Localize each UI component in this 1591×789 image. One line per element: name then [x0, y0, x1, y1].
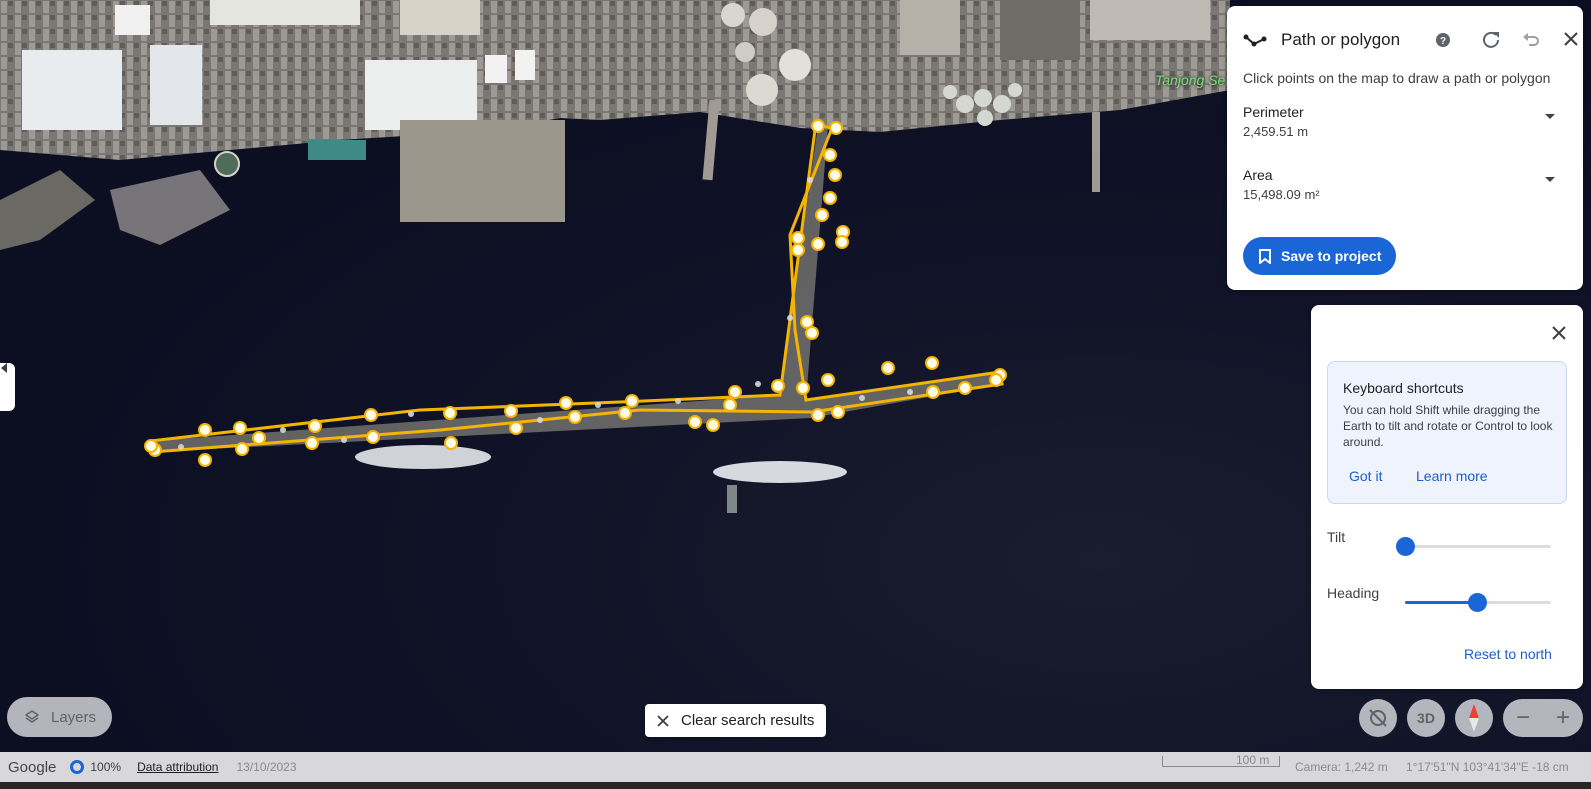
area-value: 15,498.09 m²	[1243, 187, 1320, 202]
draw-hint: Click points on the map to draw a path o…	[1243, 70, 1551, 86]
save-to-project-label: Save to project	[1281, 248, 1382, 264]
close-icon	[1552, 326, 1566, 340]
clear-search-results-button[interactable]: Clear search results	[645, 704, 826, 737]
status-bar: Google 100% Data attribution 13/10/2023 …	[0, 752, 1591, 782]
measure-panel: Path or polygon ? Click points on the ma…	[1227, 6, 1583, 290]
got-it-button[interactable]: Got it	[1349, 468, 1382, 484]
zoom-out-button[interactable]: −	[1503, 699, 1543, 737]
undo-icon	[1523, 33, 1539, 46]
imagery-date: 13/10/2023	[236, 760, 297, 774]
loading-percent: 100%	[90, 760, 122, 774]
chevron-down-icon[interactable]	[1545, 177, 1555, 182]
scale-label: 100 m	[1236, 753, 1270, 767]
toggle-3d-button[interactable]: 3D	[1407, 699, 1445, 737]
shortcuts-title: Keyboard shortcuts	[1343, 380, 1464, 396]
chevron-down-icon[interactable]	[1545, 114, 1555, 119]
redo-icon	[1483, 31, 1499, 48]
svg-text:?: ?	[1440, 36, 1446, 47]
zoom-controls: − +	[1503, 699, 1583, 737]
google-logo: Google	[8, 758, 57, 776]
shortcuts-body: You can hold Shift while dragging the Ea…	[1343, 403, 1553, 449]
help-icon: ?	[1436, 33, 1450, 47]
heading-label: Heading	[1327, 585, 1380, 601]
help-button[interactable]: ?	[1431, 28, 1455, 52]
redo-button[interactable]	[1479, 27, 1503, 51]
tilt-slider[interactable]	[1396, 537, 1551, 556]
layers-button[interactable]: Layers	[7, 697, 112, 737]
compass-button[interactable]	[1455, 699, 1493, 737]
expand-sidebar-button[interactable]	[0, 363, 15, 411]
clear-search-results-label: Clear search results	[681, 712, 815, 729]
perimeter-value: 2,459.51 m	[1243, 124, 1309, 139]
close-panel-button[interactable]	[1559, 27, 1583, 51]
save-to-project-button[interactable]: Save to project	[1243, 237, 1396, 275]
tilt-label: Tilt	[1327, 529, 1346, 545]
toggle-tilt-button[interactable]	[1359, 699, 1397, 737]
reset-to-north-link[interactable]: Reset to north	[1464, 646, 1552, 662]
cursor-coordinates: 1°17'51"N 103°41'34"E -18 cm	[1406, 760, 1569, 774]
compass-icon	[1469, 704, 1479, 732]
area-label: Area	[1243, 167, 1273, 183]
tilt-slider-thumb[interactable]	[1396, 537, 1415, 556]
place-label: Tanjong Se	[1155, 72, 1226, 88]
chevron-left-icon	[1, 363, 7, 373]
heading-slider-thumb[interactable]	[1467, 593, 1487, 612]
path-icon	[1243, 34, 1267, 47]
layers-label: Layers	[51, 708, 97, 726]
keyboard-shortcuts-card: Keyboard shortcuts You can hold Shift wh…	[1327, 361, 1567, 504]
close-icon	[657, 714, 669, 727]
navigation-panel: Keyboard shortcuts You can hold Shift wh…	[1311, 305, 1583, 689]
close-icon	[1564, 32, 1578, 46]
perimeter-row[interactable]: Perimeter 2,459.51 m	[1243, 104, 1563, 139]
window-bottom-edge	[0, 782, 1591, 789]
undo-button[interactable]	[1519, 27, 1543, 51]
heading-slider[interactable]	[1405, 593, 1551, 612]
panel-title: Path or polygon	[1281, 30, 1401, 49]
camera-altitude: Camera: 1,242 m	[1295, 760, 1388, 774]
perimeter-label: Perimeter	[1243, 104, 1304, 120]
layers-icon	[25, 710, 39, 723]
close-nav-panel-button[interactable]	[1547, 321, 1571, 345]
zoom-in-button[interactable]: +	[1543, 699, 1583, 737]
heading-slider-fill	[1405, 601, 1477, 604]
tilt-off-icon	[1369, 709, 1387, 727]
bookmark-icon	[1259, 248, 1271, 264]
data-attribution-link[interactable]: Data attribution	[137, 760, 218, 774]
loading-ring-icon	[70, 760, 85, 774]
area-row[interactable]: Area 15,498.09 m²	[1243, 167, 1563, 202]
learn-more-link[interactable]: Learn more	[1416, 468, 1488, 484]
